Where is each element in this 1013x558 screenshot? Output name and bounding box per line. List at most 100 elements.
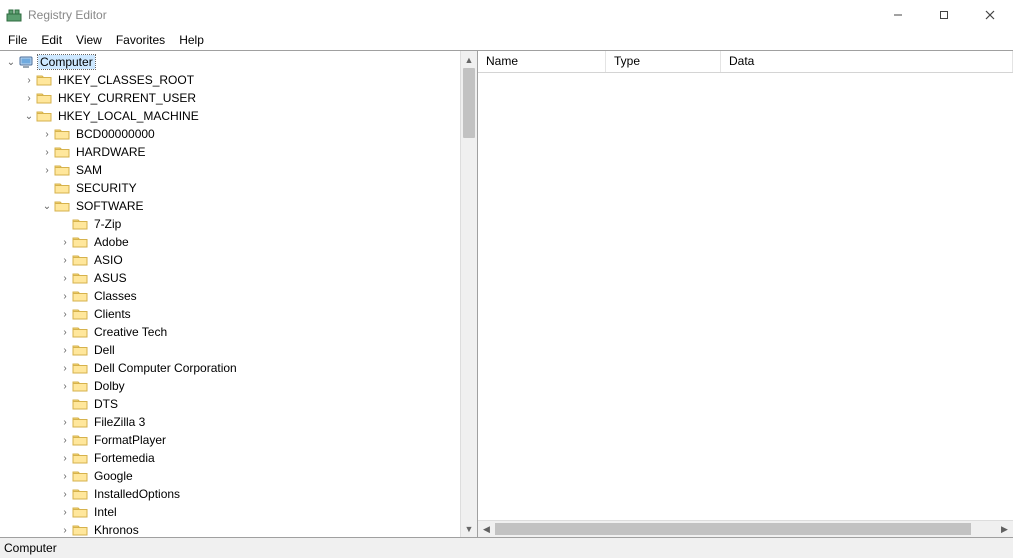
tree-vertical-scrollbar[interactable]: ▲ ▼ bbox=[460, 51, 477, 537]
chevron-right-icon[interactable]: › bbox=[58, 489, 72, 500]
column-type[interactable]: Type bbox=[606, 51, 721, 72]
menu-view[interactable]: View bbox=[76, 33, 102, 47]
chevron-down-icon[interactable]: ⌄ bbox=[40, 201, 54, 212]
scroll-thumb[interactable] bbox=[463, 68, 475, 138]
tree-node-hkey-local-machine[interactable]: ⌄ HKEY_LOCAL_MACHINE bbox=[4, 107, 477, 125]
chevron-right-icon[interactable]: › bbox=[58, 381, 72, 392]
folder-icon bbox=[72, 270, 88, 286]
folder-icon bbox=[72, 414, 88, 430]
tree-label: ASUS bbox=[92, 271, 129, 285]
tree-node-sam[interactable]: › SAM bbox=[4, 161, 477, 179]
list-header: Name Type Data bbox=[478, 51, 1013, 73]
scroll-down-arrow[interactable]: ▼ bbox=[461, 520, 477, 537]
menu-edit[interactable]: Edit bbox=[41, 33, 62, 47]
tree-node-bcd[interactable]: › BCD00000000 bbox=[4, 125, 477, 143]
app-icon bbox=[6, 7, 22, 23]
chevron-right-icon[interactable]: › bbox=[58, 345, 72, 356]
menu-help[interactable]: Help bbox=[179, 33, 204, 47]
scroll-up-arrow[interactable]: ▲ bbox=[461, 51, 477, 68]
tree-node-formatplayer[interactable]: › FormatPlayer bbox=[4, 431, 477, 449]
tree-node-hkey-classes-root[interactable]: › HKEY_CLASSES_ROOT bbox=[4, 71, 477, 89]
tree-label: Google bbox=[92, 469, 135, 483]
list-horizontal-scrollbar[interactable]: ◀ ▶ bbox=[478, 520, 1013, 537]
folder-icon bbox=[72, 378, 88, 394]
tree-node-dell[interactable]: › Dell bbox=[4, 341, 477, 359]
tree-node-clients[interactable]: › Clients bbox=[4, 305, 477, 323]
chevron-right-icon[interactable]: › bbox=[58, 237, 72, 248]
chevron-right-icon[interactable]: › bbox=[58, 435, 72, 446]
chevron-right-icon[interactable]: › bbox=[22, 93, 36, 104]
tree-node-security[interactable]: SECURITY bbox=[4, 179, 477, 197]
tree-node-classes[interactable]: › Classes bbox=[4, 287, 477, 305]
column-data[interactable]: Data bbox=[721, 51, 1013, 72]
tree-label: Fortemedia bbox=[92, 451, 157, 465]
registry-tree[interactable]: ⌄ Computer› HKEY_CLASSES_ROOT› HKEY_CURR… bbox=[0, 51, 477, 537]
tree-node-dell-computer-corporation[interactable]: › Dell Computer Corporation bbox=[4, 359, 477, 377]
close-button[interactable] bbox=[967, 0, 1013, 30]
tree-node-adobe[interactable]: › Adobe bbox=[4, 233, 477, 251]
chevron-right-icon[interactable]: › bbox=[22, 75, 36, 86]
folder-icon bbox=[72, 486, 88, 502]
folder-icon bbox=[72, 396, 88, 412]
tree-node-hardware[interactable]: › HARDWARE bbox=[4, 143, 477, 161]
tree-node-7-zip[interactable]: 7-Zip bbox=[4, 215, 477, 233]
tree-node-hkey-current-user[interactable]: › HKEY_CURRENT_USER bbox=[4, 89, 477, 107]
tree-label: BCD00000000 bbox=[74, 127, 157, 141]
tree-spacer bbox=[58, 219, 72, 230]
chevron-right-icon[interactable]: › bbox=[58, 525, 72, 536]
tree-node-khronos[interactable]: › Khronos bbox=[4, 521, 477, 537]
tree-label: DTS bbox=[92, 397, 120, 411]
chevron-right-icon[interactable]: › bbox=[58, 309, 72, 320]
chevron-right-icon[interactable]: › bbox=[58, 417, 72, 428]
tree-label: HKEY_CLASSES_ROOT bbox=[56, 73, 196, 87]
tree-node-intel[interactable]: › Intel bbox=[4, 503, 477, 521]
tree-label: HKEY_LOCAL_MACHINE bbox=[56, 109, 201, 123]
chevron-right-icon[interactable]: › bbox=[58, 273, 72, 284]
chevron-right-icon[interactable]: › bbox=[40, 165, 54, 176]
tree-label: Khronos bbox=[92, 523, 141, 537]
folder-icon bbox=[72, 216, 88, 232]
chevron-right-icon[interactable]: › bbox=[58, 453, 72, 464]
folder-icon bbox=[36, 108, 52, 124]
chevron-right-icon[interactable]: › bbox=[58, 507, 72, 518]
tree-node-fortemedia[interactable]: › Fortemedia bbox=[4, 449, 477, 467]
minimize-button[interactable] bbox=[875, 0, 921, 30]
tree-node-dts[interactable]: DTS bbox=[4, 395, 477, 413]
computer-icon bbox=[18, 54, 34, 70]
tree-label: Computer bbox=[38, 55, 95, 69]
chevron-down-icon[interactable]: ⌄ bbox=[4, 57, 18, 68]
tree-node-filezilla-3[interactable]: › FileZilla 3 bbox=[4, 413, 477, 431]
folder-icon bbox=[72, 504, 88, 520]
tree-node-creative-tech[interactable]: › Creative Tech bbox=[4, 323, 477, 341]
window-controls bbox=[875, 0, 1013, 30]
column-name[interactable]: Name bbox=[478, 51, 606, 72]
tree-label: Intel bbox=[92, 505, 119, 519]
tree-label: FormatPlayer bbox=[92, 433, 168, 447]
tree-node-google[interactable]: › Google bbox=[4, 467, 477, 485]
tree-label: SAM bbox=[74, 163, 104, 177]
chevron-right-icon[interactable]: › bbox=[40, 129, 54, 140]
folder-icon bbox=[72, 306, 88, 322]
tree-node-asio[interactable]: › ASIO bbox=[4, 251, 477, 269]
tree-label: 7-Zip bbox=[92, 217, 123, 231]
tree-node-computer[interactable]: ⌄ Computer bbox=[4, 53, 477, 71]
menu-file[interactable]: File bbox=[8, 33, 27, 47]
scroll-right-arrow[interactable]: ▶ bbox=[996, 524, 1013, 535]
chevron-right-icon[interactable]: › bbox=[40, 147, 54, 158]
chevron-right-icon[interactable]: › bbox=[58, 327, 72, 338]
menu-favorites[interactable]: Favorites bbox=[116, 33, 165, 47]
tree-node-installedoptions[interactable]: › InstalledOptions bbox=[4, 485, 477, 503]
scroll-left-arrow[interactable]: ◀ bbox=[478, 524, 495, 535]
chevron-right-icon[interactable]: › bbox=[58, 363, 72, 374]
list-body[interactable] bbox=[478, 73, 1013, 520]
tree-label: SOFTWARE bbox=[74, 199, 146, 213]
chevron-right-icon[interactable]: › bbox=[58, 255, 72, 266]
tree-node-asus[interactable]: › ASUS bbox=[4, 269, 477, 287]
tree-node-software[interactable]: ⌄ SOFTWARE bbox=[4, 197, 477, 215]
tree-node-dolby[interactable]: › Dolby bbox=[4, 377, 477, 395]
maximize-button[interactable] bbox=[921, 0, 967, 30]
hscroll-thumb[interactable] bbox=[495, 523, 971, 535]
chevron-down-icon[interactable]: ⌄ bbox=[22, 111, 36, 122]
chevron-right-icon[interactable]: › bbox=[58, 471, 72, 482]
chevron-right-icon[interactable]: › bbox=[58, 291, 72, 302]
